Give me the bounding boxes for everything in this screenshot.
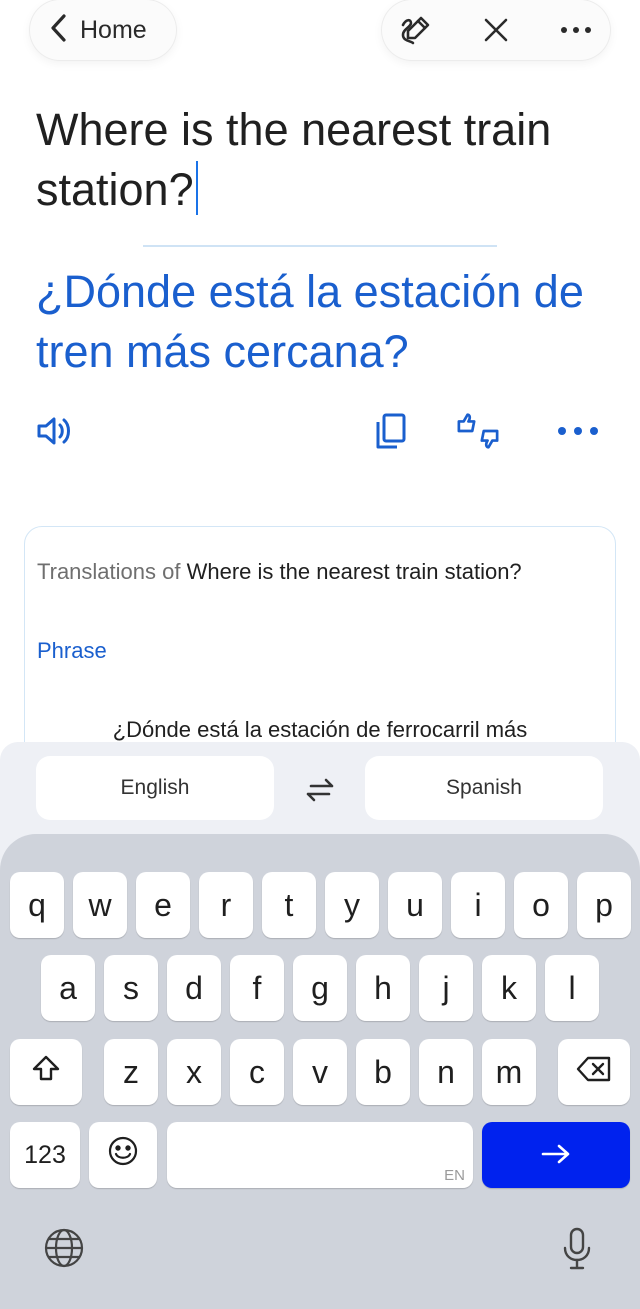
key-k[interactable]: k (482, 955, 536, 1021)
card-heading-query: Where is the nearest train station? (186, 559, 522, 584)
copy-icon[interactable] (368, 409, 412, 453)
emoji-key[interactable] (89, 1122, 157, 1188)
close-icon[interactable] (476, 10, 516, 50)
target-language-button[interactable]: Spanish (365, 756, 603, 820)
card-heading-prefix: Translations of (37, 559, 181, 584)
rate-icon[interactable] (456, 409, 500, 453)
divider (143, 245, 497, 247)
space-language-hint: EN (444, 1167, 465, 1184)
enter-arrow-icon (540, 1137, 572, 1174)
key-q[interactable]: q (10, 872, 64, 938)
microphone-icon[interactable] (553, 1224, 601, 1272)
key-u[interactable]: u (388, 872, 442, 938)
key-f[interactable]: f (230, 955, 284, 1021)
translated-text: ¿Dónde está la estación de tren más cerc… (36, 266, 584, 377)
key-b[interactable]: b (356, 1039, 410, 1105)
card-heading: Translations of Where is the nearest tra… (37, 559, 522, 585)
key-v[interactable]: v (293, 1039, 347, 1105)
key-n[interactable]: n (419, 1039, 473, 1105)
backspace-icon (576, 1054, 612, 1091)
key-x[interactable]: x (167, 1039, 221, 1105)
key-a[interactable]: a (41, 955, 95, 1021)
text-cursor (195, 161, 198, 215)
keyboard: q w e r t y u i o p a s d f g h j k l z … (0, 834, 640, 1309)
card-category: Phrase (37, 638, 107, 663)
key-c[interactable]: c (230, 1039, 284, 1105)
more-icon[interactable] (556, 10, 596, 50)
back-chevron-icon (48, 13, 70, 48)
key-t[interactable]: t (262, 872, 316, 938)
source-language-button[interactable]: English (36, 756, 274, 820)
numbers-key[interactable]: 123 (10, 1122, 80, 1188)
key-g[interactable]: g (293, 955, 347, 1021)
key-r[interactable]: r (199, 872, 253, 938)
key-e[interactable]: e (136, 872, 190, 938)
key-l[interactable]: l (545, 955, 599, 1021)
key-z[interactable]: z (104, 1039, 158, 1105)
back-label: Home (80, 15, 147, 44)
more-icon[interactable] (556, 409, 600, 453)
handwriting-icon[interactable] (396, 10, 436, 50)
swap-icon[interactable] (298, 770, 342, 810)
key-i[interactable]: i (451, 872, 505, 938)
space-key[interactable]: EN (167, 1122, 473, 1188)
back-button[interactable]: Home (30, 0, 176, 60)
key-h[interactable]: h (356, 955, 410, 1021)
key-m[interactable]: m (482, 1039, 536, 1105)
shift-icon (31, 1053, 61, 1091)
key-s[interactable]: s (104, 955, 158, 1021)
key-j[interactable]: j (419, 955, 473, 1021)
backspace-key[interactable] (558, 1039, 630, 1105)
key-o[interactable]: o (514, 872, 568, 938)
shift-key[interactable] (10, 1039, 82, 1105)
speaker-icon[interactable] (32, 409, 76, 453)
globe-icon[interactable] (40, 1224, 88, 1272)
key-w[interactable]: w (73, 872, 127, 938)
key-d[interactable]: d (167, 955, 221, 1021)
source-text-input[interactable]: Where is the nearest train station? (36, 100, 616, 220)
source-text: Where is the nearest train station? (36, 104, 552, 215)
enter-key[interactable] (482, 1122, 630, 1188)
key-p[interactable]: p (577, 872, 631, 938)
emoji-icon (107, 1135, 139, 1175)
card-translation-item[interactable]: ¿Dónde está la estación de ferrocarril m… (25, 717, 615, 743)
header-actions (382, 0, 610, 60)
key-y[interactable]: y (325, 872, 379, 938)
